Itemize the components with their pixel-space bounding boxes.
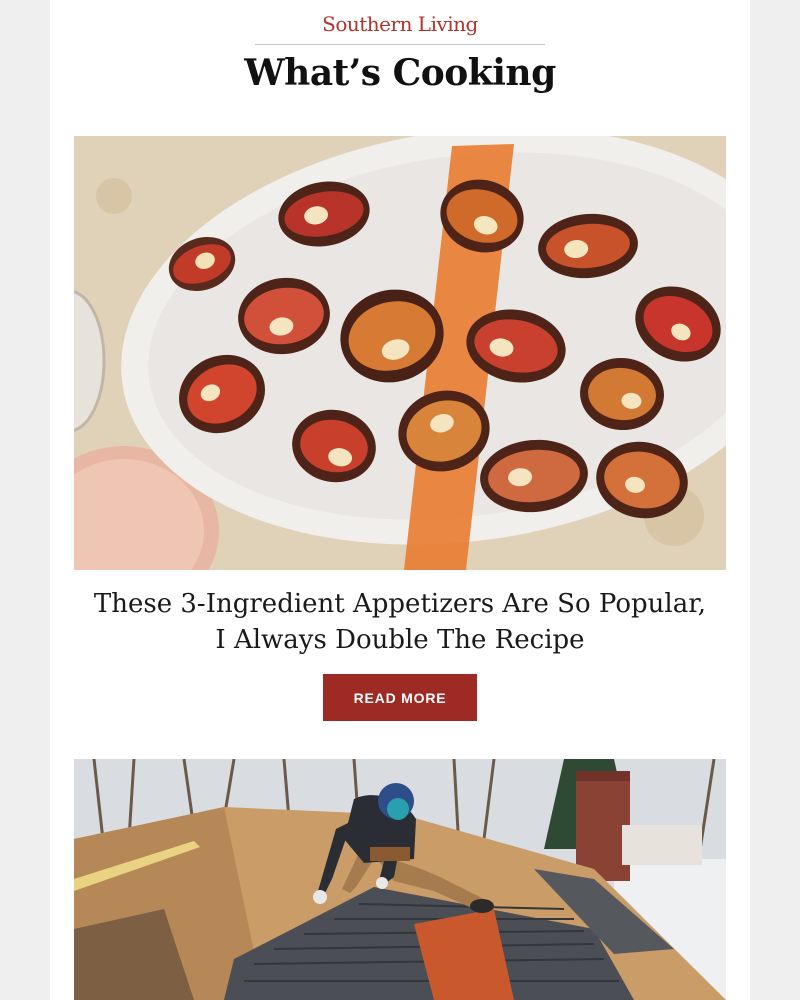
header-divider bbox=[255, 44, 545, 45]
brand-logo[interactable]: Southern Living bbox=[50, 12, 750, 36]
read-more-button[interactable]: READ MORE bbox=[323, 674, 477, 721]
article-image-roofing[interactable] bbox=[74, 759, 726, 1000]
article-image-appetizers[interactable] bbox=[74, 136, 726, 570]
article-title[interactable]: These 3-Ingredient Appetizers Are So Pop… bbox=[90, 586, 710, 658]
email-card: Southern Living What’s Cooking These 3-I… bbox=[50, 0, 750, 1000]
section-title: What’s Cooking bbox=[244, 52, 556, 94]
